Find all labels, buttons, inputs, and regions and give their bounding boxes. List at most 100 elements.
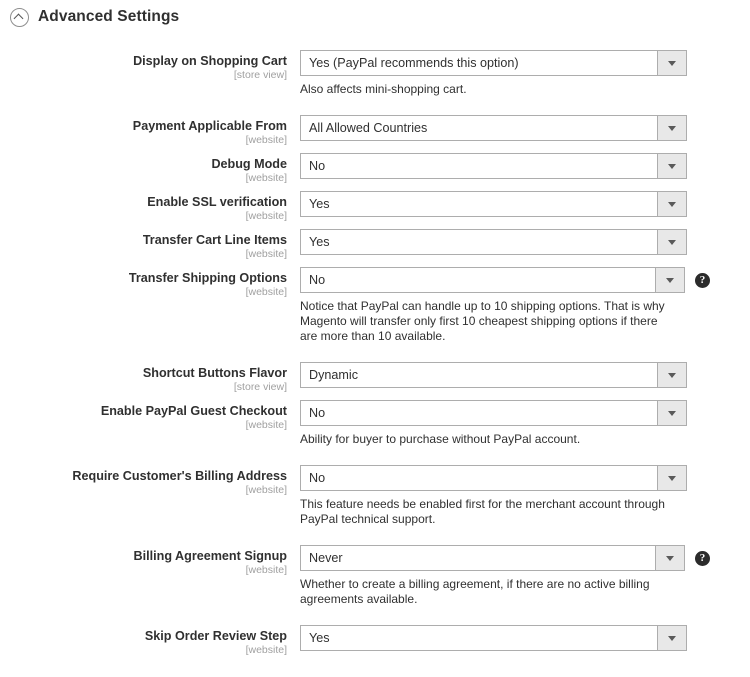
chevron-down-icon[interactable] <box>657 192 686 216</box>
row-spacer <box>300 179 750 191</box>
help-question-icon[interactable]: ? <box>695 550 710 566</box>
field-control-line: No? <box>300 267 750 293</box>
select-payment-applicable-from[interactable]: All Allowed Countries <box>300 115 687 141</box>
chevron-down-icon[interactable] <box>657 51 686 75</box>
select-enable-paypal-guest-checkout[interactable]: No <box>300 400 687 426</box>
help-question-icon[interactable]: ? <box>695 272 710 288</box>
field-label-cell: Enable PayPal Guest Checkout [website] <box>0 400 300 432</box>
field-control-line: Yes (PayPal recommends this option) <box>300 50 750 76</box>
select-require-customer-s-billing-address[interactable]: No <box>300 465 687 491</box>
select-value: No <box>309 471 326 485</box>
field-control-cell: No Ability for buyer to purchase without … <box>300 400 750 465</box>
select-value: No <box>309 406 326 420</box>
field-control-cell: No <box>300 153 750 191</box>
select-value: Yes <box>309 235 330 249</box>
row-spacer <box>300 344 750 362</box>
select-display-on-shopping-cart[interactable]: Yes (PayPal recommends this option) <box>300 50 687 76</box>
field-row: Payment Applicable From [website] All Allo… <box>0 115 750 153</box>
select-debug-mode[interactable]: No <box>300 153 687 179</box>
field-scope-label: [website] <box>245 644 287 656</box>
select-value: Yes <box>309 631 330 645</box>
field-hint: Ability for buyer to purchase without Pa… <box>300 432 581 446</box>
field-label-cell: Enable SSL verification [website] <box>0 191 300 223</box>
field-control-cell: All Allowed Countries <box>300 115 750 153</box>
field-control-line: No <box>300 153 750 179</box>
field-control-line: Yes <box>300 229 750 255</box>
chevron-down-icon[interactable] <box>657 154 686 178</box>
row-spacer <box>300 607 750 625</box>
field-label-cell: Billing Agreement Signup [website] <box>0 545 300 577</box>
chevron-up-circle-icon[interactable] <box>10 7 29 27</box>
field-label-cell: Payment Applicable From [website] <box>0 115 300 147</box>
field-label: Transfer Shipping Options <box>128 271 287 285</box>
field-scope-label: [store view] <box>233 381 287 393</box>
field-label: Payment Applicable From <box>132 119 287 133</box>
field-scope-label: [website] <box>245 286 287 298</box>
select-skip-order-review-step[interactable]: Yes <box>300 625 687 651</box>
select-value: Yes <box>309 197 330 211</box>
row-spacer <box>300 217 750 229</box>
field-control-line: Never? <box>300 545 750 571</box>
chevron-down-icon[interactable] <box>657 230 686 254</box>
row-spacer <box>300 255 750 267</box>
select-value: No <box>309 273 326 287</box>
select-value: Yes (PayPal recommends this option) <box>309 56 519 70</box>
field-scope-label: [website] <box>245 210 287 222</box>
advanced-settings-section-header[interactable]: Advanced Settings <box>0 0 750 28</box>
field-label: Debug Mode <box>211 157 287 171</box>
field-control-line: Dynamic <box>300 362 750 388</box>
chevron-down-icon[interactable] <box>655 546 684 570</box>
field-label-cell: Require Customer's Billing Address [websi… <box>0 465 300 497</box>
advanced-settings-form: Display on Shopping Cart [store view] Yes … <box>0 28 750 663</box>
field-control-cell: Dynamic <box>300 362 750 400</box>
chevron-down-icon[interactable] <box>657 466 686 490</box>
field-label: Display on Shopping Cart <box>133 54 287 68</box>
field-label: Enable PayPal Guest Checkout <box>100 404 287 418</box>
field-label: Require Customer's Billing Address <box>72 469 287 483</box>
chevron-down-icon[interactable] <box>657 116 686 140</box>
field-control-line: No <box>300 465 750 491</box>
row-spacer <box>300 651 750 663</box>
select-value: No <box>309 159 326 173</box>
field-hint: Also affects mini-shopping cart. <box>300 82 467 96</box>
select-transfer-cart-line-items[interactable]: Yes <box>300 229 687 255</box>
row-spacer <box>300 97 750 115</box>
field-control-cell: Never? Whether to create a billing agreem… <box>300 545 750 625</box>
select-shortcut-buttons-flavor[interactable]: Dynamic <box>300 362 687 388</box>
field-scope-label: [website] <box>245 484 287 496</box>
select-billing-agreement-signup[interactable]: Never <box>300 545 685 571</box>
field-row: Debug Mode [website] No <box>0 153 750 191</box>
field-row: Transfer Shipping Options [website] No? Not… <box>0 267 750 362</box>
page-title: Advanced Settings <box>38 8 180 25</box>
field-scope-label: [store view] <box>233 69 287 81</box>
chevron-down-icon[interactable] <box>655 268 684 292</box>
field-row: Enable PayPal Guest Checkout [website] No A… <box>0 400 750 465</box>
field-label: Enable SSL verification <box>147 195 287 209</box>
select-enable-ssl-verification[interactable]: Yes <box>300 191 687 217</box>
field-hint: Whether to create a billing agreement, i… <box>300 577 650 606</box>
chevron-down-icon[interactable] <box>657 363 686 387</box>
field-label: Skip Order Review Step <box>144 629 287 643</box>
field-label-cell: Transfer Shipping Options [website] <box>0 267 300 299</box>
field-control-line: Yes <box>300 191 750 217</box>
field-row: Skip Order Review Step [website] Yes <box>0 625 750 663</box>
chevron-down-icon[interactable] <box>657 401 686 425</box>
row-spacer <box>300 527 750 545</box>
field-label: Billing Agreement Signup <box>133 549 287 563</box>
field-control-line: Yes <box>300 625 750 651</box>
row-spacer <box>300 141 750 153</box>
field-control-cell: Yes <box>300 625 750 663</box>
select-transfer-shipping-options[interactable]: No <box>300 267 685 293</box>
row-spacer <box>300 388 750 400</box>
field-scope-label: [website] <box>245 172 287 184</box>
field-label-cell: Skip Order Review Step [website] <box>0 625 300 657</box>
field-scope-label: [website] <box>245 248 287 260</box>
field-hint: Notice that PayPal can handle up to 10 s… <box>300 299 665 343</box>
select-value: Dynamic <box>309 368 358 382</box>
field-control-cell: Yes <box>300 191 750 229</box>
field-hint: This feature needs be enabled first for … <box>300 497 665 526</box>
field-row: Billing Agreement Signup [website] Never? W… <box>0 545 750 625</box>
chevron-down-icon[interactable] <box>657 626 686 650</box>
field-label-cell: Shortcut Buttons Flavor [store view] <box>0 362 300 394</box>
field-label: Transfer Cart Line Items <box>142 233 287 247</box>
